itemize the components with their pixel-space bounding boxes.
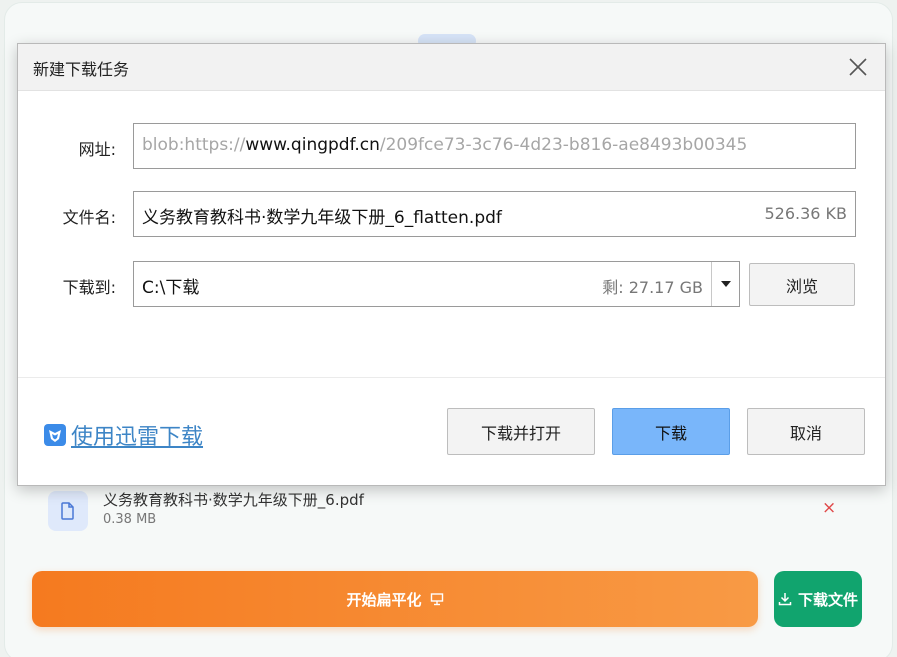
- url-label: 网址:: [78, 140, 116, 159]
- xunlei-download-link[interactable]: 使用迅雷下载: [44, 419, 203, 451]
- remove-file-button[interactable]: ×: [822, 498, 836, 518]
- start-flatten-button[interactable]: 开始扁平化: [32, 571, 758, 627]
- filename-label: 文件名:: [62, 208, 116, 227]
- chevron-down-icon[interactable]: [711, 262, 740, 306]
- close-icon[interactable]: [847, 56, 869, 78]
- xunlei-link-text: 使用迅雷下载: [71, 425, 204, 450]
- filename-field[interactable]: 义务教育教科书·数学九年级下册_6_flatten.pdf 526.36 KB: [133, 191, 856, 237]
- cancel-button[interactable]: 取消: [747, 408, 865, 455]
- url-text: blob:https://www.qingpdf.cn/209fce73-3c7…: [142, 135, 747, 155]
- saveto-select[interactable]: C:\下载 剩: 27.17 GB: [133, 261, 740, 307]
- dialog-header: 新建下载任务: [18, 44, 885, 91]
- download-file-button[interactable]: 下载文件: [774, 571, 862, 627]
- dialog-divider: [18, 377, 885, 378]
- browse-button[interactable]: 浏览: [749, 263, 855, 306]
- download-icon: [778, 593, 792, 606]
- file-size-value: 526.36 KB: [764, 204, 847, 223]
- saveto-path: C:\下载: [142, 278, 200, 298]
- xunlei-icon: [44, 424, 66, 446]
- download-button[interactable]: 下载: [612, 408, 730, 455]
- file-size: 0.38 MB: [103, 512, 157, 527]
- file-name: 义务教育教科书·数学九年级下册_6.pdf: [103, 491, 364, 509]
- new-download-dialog: 新建下载任务 网址: blob:https://www.qingpdf.cn/2…: [17, 43, 886, 486]
- url-field[interactable]: blob:https://www.qingpdf.cn/209fce73-3c7…: [133, 123, 856, 169]
- start-flatten-label: 开始扁平化: [346, 590, 422, 609]
- url-suffix: /209fce73-3c76-4d23-b816-ae8493b00345: [379, 135, 748, 155]
- flatten-icon: [430, 593, 443, 606]
- saveto-label: 下载到:: [62, 278, 116, 297]
- download-file-label: 下载文件: [797, 590, 858, 609]
- filename-value: 义务教育教科书·数学九年级下册_6_flatten.pdf: [142, 208, 502, 228]
- file-row: 义务教育教科书·数学九年级下册_6.pdf 0.38 MB ×: [48, 488, 868, 534]
- url-prefix: blob:https://: [142, 135, 246, 155]
- free-space: 剩: 27.17 GB: [602, 278, 703, 297]
- file-icon: [48, 491, 88, 531]
- download-and-open-button[interactable]: 下载并打开: [447, 408, 595, 455]
- url-domain: www.qingpdf.cn: [245, 135, 380, 155]
- dialog-title: 新建下载任务: [33, 60, 130, 79]
